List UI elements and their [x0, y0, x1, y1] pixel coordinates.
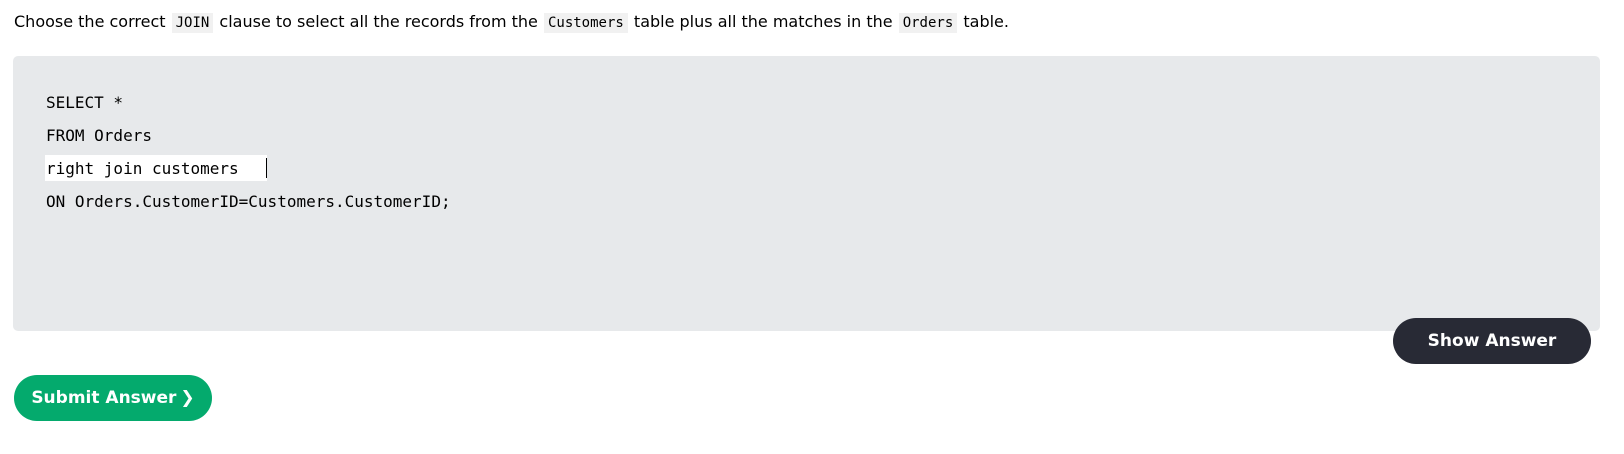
code-line-select: SELECT * — [46, 93, 124, 112]
question-part-3: table plus all the matches in the — [628, 12, 898, 31]
answer-input[interactable] — [45, 155, 267, 181]
code-line-from: FROM Orders — [46, 126, 152, 145]
submit-answer-button[interactable]: Submit Answer ❯ — [14, 375, 212, 421]
code-exercise-panel: SELECT * FROM Orders ON Orders.CustomerI… — [13, 56, 1600, 364]
inline-code-join: JOIN — [171, 13, 214, 33]
submit-answer-label: Submit Answer — [31, 388, 177, 408]
chevron-right-icon: ❯ — [180, 388, 195, 408]
code-line-on: ON Orders.CustomerID=Customers.CustomerI… — [46, 192, 451, 211]
text-caret — [266, 158, 267, 178]
question-part-2: clause to select all the records from th… — [214, 12, 543, 31]
question-part-1: Choose the correct — [14, 12, 171, 31]
question-part-4: table. — [958, 12, 1009, 31]
inline-code-customers: Customers — [543, 13, 628, 33]
show-answer-button[interactable]: Show Answer — [1393, 318, 1591, 364]
inline-code-orders: Orders — [898, 13, 958, 33]
question-text: Choose the correct JOIN clause to select… — [14, 11, 1009, 34]
